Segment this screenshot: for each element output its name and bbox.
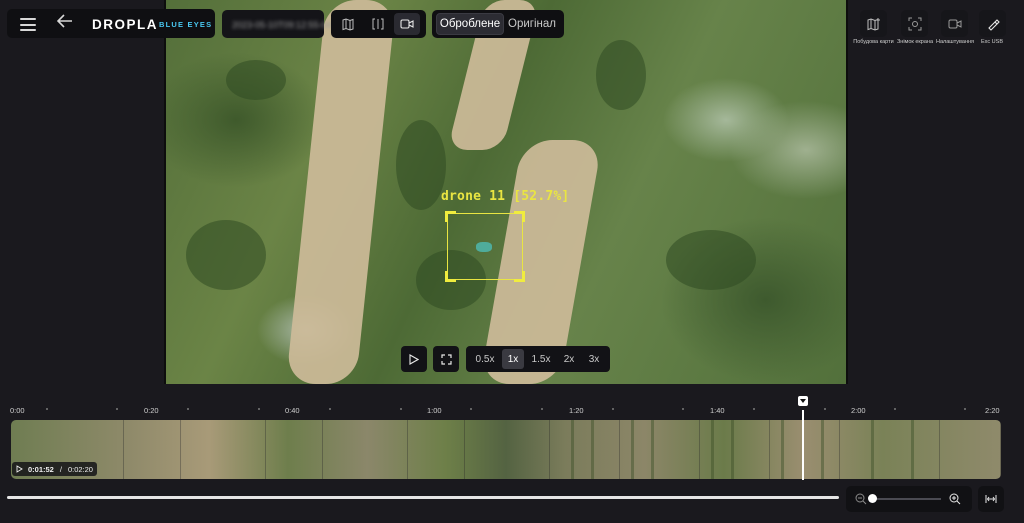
play-icon <box>409 353 419 365</box>
tick-label: 0:20 <box>144 406 159 415</box>
filmstrip-frame <box>181 420 266 479</box>
play-button[interactable] <box>401 346 427 372</box>
filmstrip-frame <box>940 420 1001 479</box>
screenshot-button[interactable] <box>901 10 928 37</box>
build-map-button[interactable] <box>860 10 887 37</box>
filmstrip-frame <box>266 420 323 479</box>
detection-bounding-box[interactable] <box>445 211 525 282</box>
total-time: 0:02:20 <box>67 464 93 474</box>
video-settings-icon <box>948 19 961 28</box>
settings-button[interactable] <box>941 10 968 37</box>
tick-label: 1:00 <box>427 406 442 415</box>
zoom-out-icon[interactable] <box>855 493 867 505</box>
video-camera-icon[interactable] <box>394 13 420 35</box>
playhead[interactable] <box>802 410 804 480</box>
arrow-left-icon[interactable] <box>56 13 73 33</box>
usb-drive-icon <box>987 18 1000 31</box>
split-view-icon[interactable] <box>365 13 391 35</box>
file-name-field: 2023-05-10T09:12:55-0400 <box>222 10 342 38</box>
speed-option[interactable]: 1.5x <box>527 349 555 369</box>
terrain-path <box>285 0 397 384</box>
zoom-slider-thumb[interactable] <box>868 494 877 503</box>
filmstrip-frame <box>408 420 465 479</box>
video-filmstrip[interactable] <box>11 420 1001 479</box>
timecode-display: 0:01:52 / 0:02:20 <box>12 462 97 476</box>
map-plus-icon <box>867 17 880 31</box>
filmstrip-frame <box>550 420 620 479</box>
tick-label: 1:40 <box>710 406 725 415</box>
settings-label: Налаштування <box>936 39 975 45</box>
mode-toggle: Оброблене Оригінал <box>432 10 564 38</box>
usb-export-label: Exc USB <box>980 39 1003 45</box>
current-time: 0:01:52 <box>28 464 54 474</box>
build-map-label: Побудова карти <box>853 39 894 45</box>
filmstrip-frame <box>840 420 940 479</box>
map-icon[interactable] <box>335 13 361 35</box>
speed-option-selected[interactable]: 1x <box>502 349 524 369</box>
tab-processed[interactable]: Оброблене <box>436 13 504 35</box>
filmstrip-frame <box>465 420 550 479</box>
filmstrip-frame <box>124 420 181 479</box>
fit-to-width-icon <box>985 495 997 503</box>
app-logo-subtitle: BLUE EYES <box>159 20 213 29</box>
app-logo: DROPLA <box>92 17 158 32</box>
detection-label: drone 11 [52.7%] <box>441 189 570 204</box>
file-name: 2023-05-10T09:12:55-0400 <box>232 20 342 30</box>
zoom-slider-track[interactable] <box>873 498 941 500</box>
fit-to-width-button[interactable] <box>978 486 1004 512</box>
filmstrip-frame <box>323 420 408 479</box>
fullscreen-icon <box>440 353 452 365</box>
detected-drone <box>476 242 492 252</box>
top-nav-panel: DROPLA BLUE EYES <box>7 9 215 38</box>
playhead-handle[interactable] <box>798 396 808 406</box>
hamburger-menu-icon[interactable] <box>20 18 36 31</box>
tick-label: 0:00 <box>10 406 25 415</box>
speed-option[interactable]: 3x <box>583 349 605 369</box>
usb-export-button[interactable] <box>979 10 1006 37</box>
speed-option[interactable]: 0.5x <box>471 349 499 369</box>
zoom-in-icon[interactable] <box>949 493 961 505</box>
tick-label: 2:00 <box>851 406 866 415</box>
tick-label: 0:40 <box>285 406 300 415</box>
screenshot-label: Знімок екрана <box>896 39 934 45</box>
time-separator: / <box>59 464 62 474</box>
speed-option[interactable]: 2x <box>558 349 580 369</box>
play-icon[interactable] <box>16 465 23 473</box>
tab-original[interactable]: Оригінал <box>507 13 557 35</box>
tick-label: 1:20 <box>569 406 584 415</box>
camera-capture-icon <box>908 17 921 30</box>
tick-label: 2:20 <box>985 406 1000 415</box>
fullscreen-button[interactable] <box>433 346 459 372</box>
timeline-scrollbar[interactable] <box>7 496 839 499</box>
view-switcher <box>331 10 426 38</box>
